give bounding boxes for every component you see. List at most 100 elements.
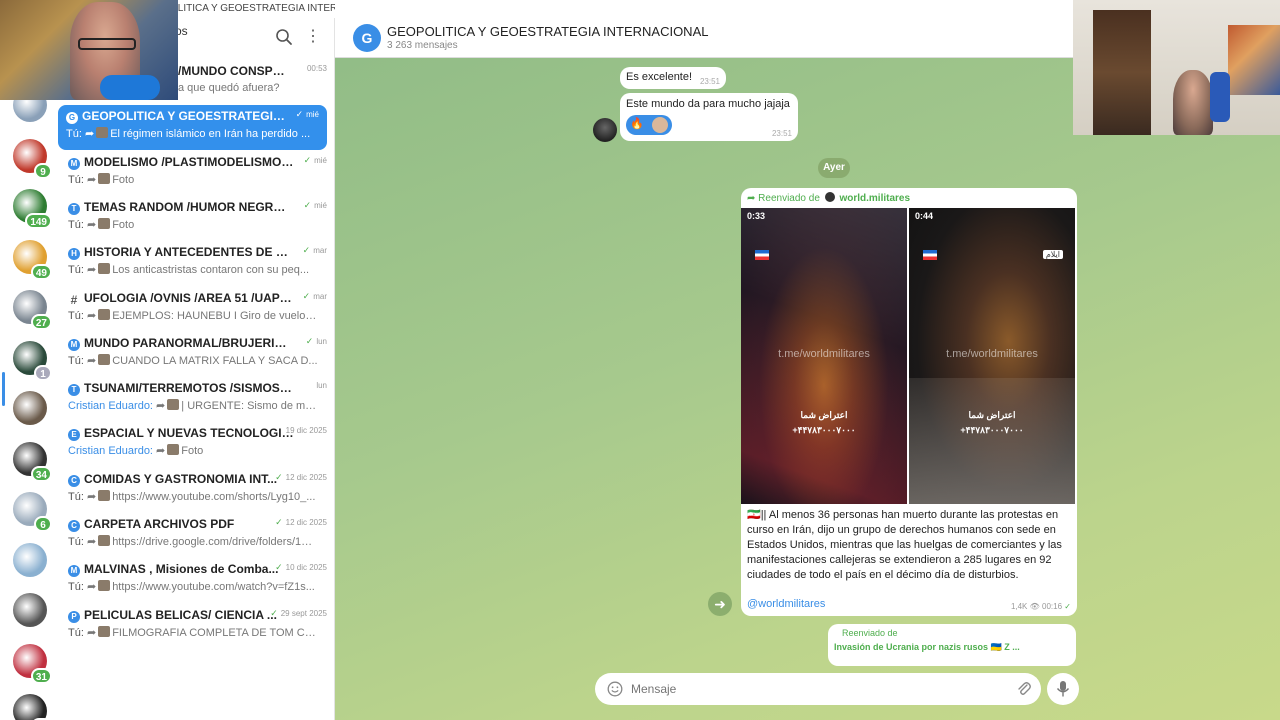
chat-meta: ✓ mié — [304, 155, 327, 166]
preview-text: FILMOGRAFIA COMPLETA DE TOM CR... — [112, 626, 318, 639]
message-text: Este mundo da para mucho jajaja — [626, 98, 790, 110]
preview-sender: Tú: — [68, 490, 84, 503]
forwarded-header[interactable]: ➦ Reenviado de world.militares — [747, 192, 910, 204]
forwarded-label: Reenviado de — [842, 628, 898, 638]
chat-title: MODELISMO /PLASTIMODELISMO /M... — [84, 154, 294, 169]
forwarded-post[interactable]: ➦ Reenviado de world.militares 0:33 t.me… — [741, 188, 1077, 616]
preview-thumbnail — [98, 263, 111, 275]
unread-badge: 6 — [34, 516, 52, 532]
chat-date: 19 dic 2025 — [285, 426, 327, 436]
video-thumbnail[interactable]: 0:33 t.me/worldmilitares اعتراض شما +۴۴۷… — [741, 208, 907, 504]
chat-row[interactable]: C COMIDAS Y GASTRONOMIA INT... ✓ 12 dic 202… — [60, 468, 335, 513]
chat-preview: Tú: ➦ FILMOGRAFIA COMPLETA DE TOM CR... — [68, 625, 318, 639]
day-separator: Ayer — [818, 158, 850, 178]
reactor-avatar — [652, 117, 668, 133]
chat-preview: Cristian Eduardo: ➦ | URGENTE: Sismo de m… — [68, 399, 318, 412]
chat-row[interactable]: T TSUNAMI/TERREMOTOS /SISMOS/ CLIM... lun C… — [60, 377, 335, 422]
share-arrow-button[interactable]: ➜ — [708, 592, 732, 616]
chat-row[interactable]: T TEMAS RANDOM /HUMOR NEGRO Y D... ✓ mié Tú:… — [60, 196, 335, 241]
chat-preview: Tú: ➦ EJEMPLOS: HAUNEBU I Giro de vuelo m… — [68, 308, 318, 322]
chat-title: TSUNAMI/TERREMOTOS /SISMOS/ CLIM... — [84, 381, 294, 396]
chat-title: /MUNDO CONSPIRA... — [178, 64, 288, 78]
folder-icon[interactable]: 149 — [13, 189, 52, 229]
folder-icon[interactable]: 27 — [13, 290, 52, 330]
chat-avatar: E — [68, 429, 80, 442]
video-watermark: t.me/worldmilitares — [778, 348, 870, 360]
message-bubble[interactable]: Es excelente! 23:51 — [620, 67, 726, 89]
forward-arrow-icon: ➦ — [83, 218, 97, 231]
chat-row[interactable]: M MODELISMO /PLASTIMODELISMO /M... ✓ mié Tú:… — [60, 151, 335, 196]
chat-row[interactable]: # UFOLOGIA /OVNIS /AREA 51 /UAP / E... ✓ ma… — [60, 287, 335, 332]
preview-thumbnail — [98, 172, 111, 184]
folder-icon[interactable]: 25 — [13, 694, 52, 720]
post-channel-link[interactable]: @worldmilitares — [747, 598, 825, 610]
folder-icon[interactable]: 49 — [13, 239, 52, 280]
sender-avatar[interactable] — [593, 118, 617, 142]
chat-meta: ✓ 29 sept 2025 — [270, 608, 327, 619]
folder-icon[interactable]: 34 — [13, 441, 52, 482]
preview-text: a que quedó afuera? — [178, 82, 280, 94]
forwarded-label: Reenviado de — [758, 193, 820, 204]
chat-row[interactable]: E ESPACIAL Y NUEVAS TECNOLOGIA... 19 dic 2… — [60, 422, 335, 467]
microphone-icon — [1056, 681, 1070, 697]
folder-icon[interactable] — [13, 542, 47, 577]
preview-thumbnail — [98, 580, 111, 592]
chat-row[interactable]: P PELICULAS BELICAS/ CIENCIA ... ✓ 29 sept … — [60, 604, 335, 649]
read-check-icon: ✓ — [302, 290, 311, 301]
chat-title: MUNDO PARANORMAL/BRUJERIA/AS... — [84, 335, 294, 350]
folder-icon[interactable]: 9 — [13, 138, 52, 179]
preview-sender: Tú: — [68, 626, 84, 639]
forwarded-post[interactable]: Reenviado de Invasión de Ucrania por naz… — [828, 624, 1076, 666]
paperclip-icon[interactable] — [1016, 680, 1032, 698]
folder-icon[interactable]: 31 — [13, 643, 52, 684]
folder-icon[interactable] — [13, 593, 47, 627]
background-painting — [1228, 25, 1280, 95]
preview-sender: Cristian Eduardo: — [68, 400, 153, 413]
preview-text: | URGENTE: Sismo de ma... — [181, 400, 318, 413]
forward-arrow-icon: ➦ — [153, 400, 166, 413]
unread-badge: 27 — [30, 314, 52, 330]
chat-date: mié — [306, 110, 319, 120]
chat-title: GEOPOLITICA Y GEOESTRATEGIA I... — [82, 109, 292, 124]
channel-name[interactable]: GEOPOLITICA Y GEOESTRATEGIA INTERNACIONA… — [387, 24, 708, 39]
message-bubble[interactable]: Este mundo da para mucho jajaja 🔥 23:51 — [620, 93, 798, 141]
video-thumbnail[interactable]: 0:44 ایلام t.me/worldmilitares اعتراض شم… — [909, 208, 1075, 504]
chat-row[interactable]: M MALVINAS , Misiones de Comba... ✓ 10 dic … — [60, 558, 335, 603]
video-watermark: t.me/worldmilitares — [946, 348, 1038, 360]
preview-thumbnail — [98, 217, 111, 229]
chat-row[interactable]: C CARPETA ARCHIVOS PDF ✓ 12 dic 2025 Tú: ➦ ht… — [60, 513, 335, 558]
reaction-pill[interactable]: 🔥 — [626, 115, 672, 135]
fire-reaction-icon: 🔥 — [630, 118, 644, 130]
emoji-icon[interactable] — [607, 681, 623, 697]
folder-icon[interactable] — [13, 391, 47, 425]
chat-row[interactable]: M MUNDO PARANORMAL/BRUJERIA/AS... ✓ lun Tú: … — [60, 332, 335, 377]
forwarded-channel-name[interactable]: world.militares — [839, 193, 910, 204]
chat-date: 12 dic 2025 — [285, 518, 327, 527]
chat-header[interactable]: G GEOPOLITICA Y GEOESTRATEGIA INTERNACIO… — [335, 0, 1075, 58]
message-composer[interactable] — [595, 673, 1041, 705]
chat-row[interactable]: H HISTORIA Y ANTECEDENTES DE LA G... ✓ mar T… — [60, 241, 335, 286]
chat-meta: ✓ 12 dic 2025 — [275, 472, 327, 483]
more-options-icon[interactable]: ⋮ — [305, 27, 321, 47]
unread-badge: 34 — [30, 465, 52, 482]
chat-date: 10 dic 2025 — [285, 563, 327, 573]
forwarded-channel-name[interactable]: Invasión de Ucrania por nazis rusos 🇺🇦 Z… — [834, 642, 1020, 653]
unread-badge: 1 — [34, 364, 52, 381]
preview-sender: Tú: — [68, 536, 84, 548]
chat-title: CARPETA ARCHIVOS PDF — [84, 517, 235, 531]
chat-title: PELICULAS BELICAS/ CIENCIA ... — [84, 607, 277, 622]
chat-title: HISTORIA Y ANTECEDENTES DE LA G... — [84, 245, 294, 260]
search-icon[interactable] — [275, 28, 293, 46]
hash-icon: # — [70, 292, 78, 307]
chat-meta: ✓ mar — [303, 245, 327, 256]
message-input[interactable] — [631, 681, 1001, 697]
folder-icon[interactable]: 1 — [13, 340, 52, 381]
folder-icon[interactable]: 6 — [13, 492, 52, 532]
channel-avatar[interactable]: G — [353, 24, 381, 52]
preview-thumbnail — [167, 444, 180, 456]
chat-date: mar — [313, 291, 327, 301]
microphone-button[interactable] — [1047, 673, 1079, 705]
unread-badge: 49 — [30, 263, 52, 280]
chat-row-active[interactable]: G GEOPOLITICA Y GEOESTRATEGIA I... ✓ mié Tú:… — [58, 105, 327, 151]
preview-sender: Tú: — [68, 581, 84, 594]
